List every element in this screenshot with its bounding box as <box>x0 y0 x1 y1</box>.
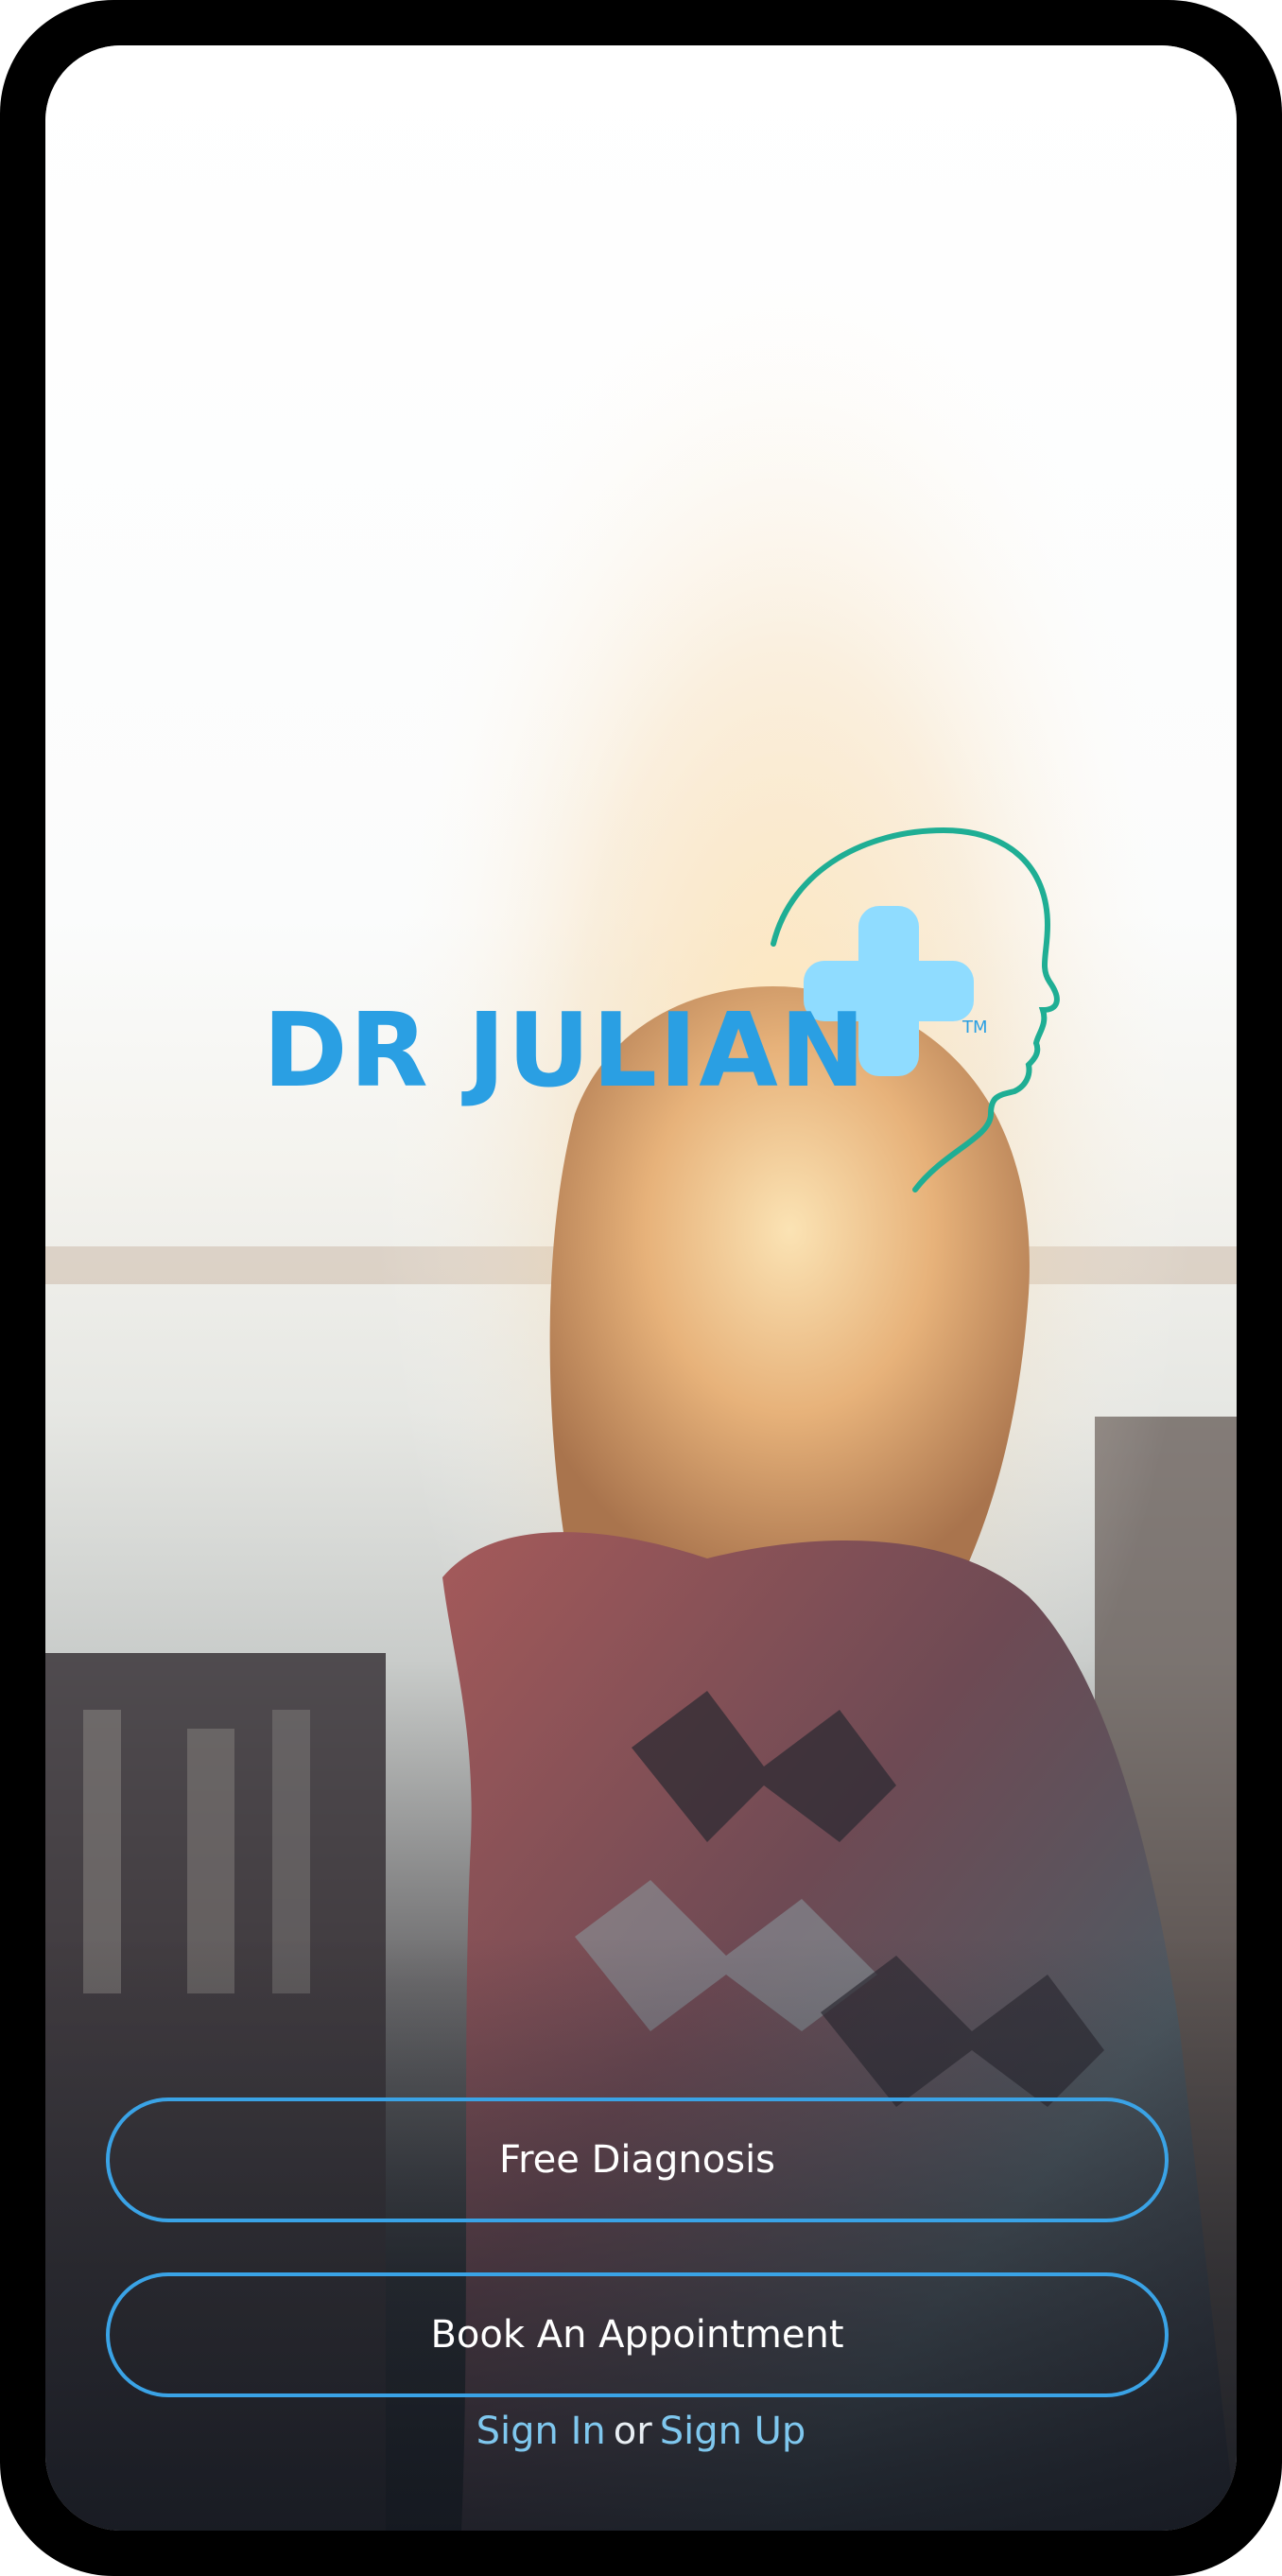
sign-up-link[interactable]: Sign Up <box>660 2410 806 2453</box>
brand-name: DR JULIAN <box>263 992 868 1110</box>
app-screen: DR JULIAN TM Free Diagnosis Book An Appo… <box>45 45 1237 2531</box>
sign-in-link[interactable]: Sign In <box>476 2410 606 2453</box>
brand-logo: DR JULIAN TM <box>263 811 1076 1209</box>
free-diagnosis-button[interactable]: Free Diagnosis <box>106 2097 1169 2222</box>
or-separator: or <box>613 2410 652 2453</box>
auth-links: Sign In or Sign Up <box>45 2410 1237 2453</box>
trademark-symbol: TM <box>962 1018 988 1037</box>
book-appointment-button[interactable]: Book An Appointment <box>106 2272 1169 2397</box>
device-frame: DR JULIAN TM Free Diagnosis Book An Appo… <box>0 0 1282 2576</box>
